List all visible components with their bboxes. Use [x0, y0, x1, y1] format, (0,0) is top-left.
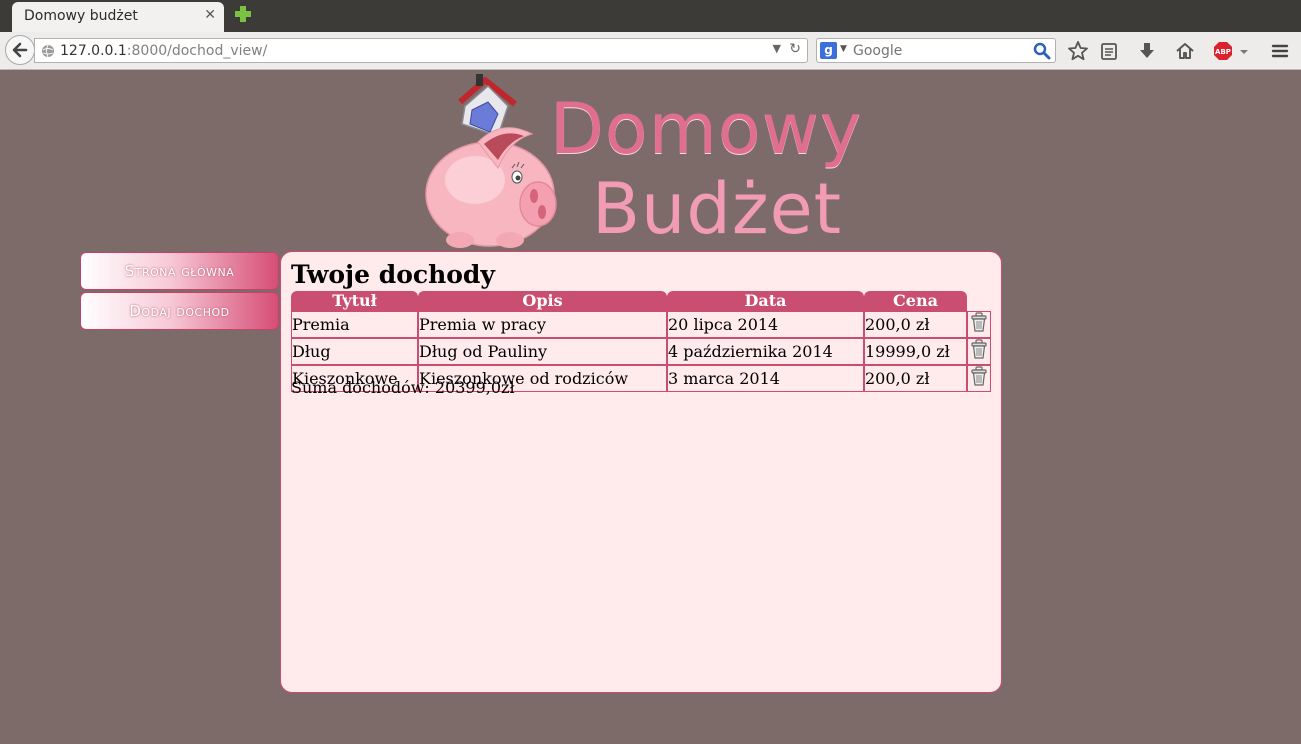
- svg-text:ABP: ABP: [1215, 48, 1231, 56]
- reload-icon[interactable]: ↻: [789, 41, 801, 57]
- google-engine-icon[interactable]: g: [820, 42, 837, 59]
- search-icon[interactable]: [1033, 42, 1051, 60]
- url-text[interactable]: 127.0.0.1:8000/dochod_view/: [60, 43, 267, 59]
- back-arrow-icon: [12, 42, 28, 58]
- menu-icon[interactable]: [1269, 40, 1291, 62]
- cell-price: 200,0 zł: [864, 311, 967, 338]
- trash-icon[interactable]: [970, 366, 988, 386]
- column-header-title: Tytuł: [291, 291, 418, 311]
- home-menu-button[interactable]: Strona główna: [80, 252, 279, 290]
- engine-dropdown-icon[interactable]: ▼: [840, 44, 847, 54]
- column-header-date: Data: [667, 291, 864, 311]
- site-logo: Domowy Budżet: [420, 72, 863, 252]
- tab-title: Domowy budżet: [24, 8, 138, 24]
- table-row: Premia Premia w pracy 20 lipca 2014 200,…: [291, 311, 991, 338]
- content-panel: Twoje dochody Tytuł Opis Data Cena Premi…: [280, 251, 1002, 693]
- cell-date: 4 października 2014: [667, 338, 864, 365]
- url-host: 127.0.0.1: [60, 43, 127, 59]
- column-header-price: Cena: [864, 291, 967, 311]
- cell-title: Premia: [291, 311, 418, 338]
- table-header-row: Tytuł Opis Data Cena: [291, 291, 991, 311]
- reading-list-icon[interactable]: [1098, 40, 1120, 62]
- search-input[interactable]: [853, 42, 1028, 60]
- adblock-icon[interactable]: ABP: [1212, 40, 1234, 62]
- delete-cell: [967, 338, 991, 365]
- table-row: Dług Dług od Pauliny 4 października 2014…: [291, 338, 991, 365]
- browser-tab-bar: Domowy budżet ✕: [0, 0, 1301, 32]
- delete-cell: [967, 311, 991, 338]
- page-title: Twoje dochody: [291, 260, 495, 289]
- browser-nav-bar: 127.0.0.1:8000/dochod_view/ ▼ ↻ g ▼ ABP: [0, 32, 1301, 70]
- cell-title: Dług: [291, 338, 418, 365]
- globe-icon: [42, 44, 54, 58]
- back-button[interactable]: [5, 35, 35, 65]
- browser-tab[interactable]: Domowy budżet ✕: [12, 2, 224, 32]
- piggy-bank-icon: [425, 74, 557, 248]
- income-total: Suma dochodów: 20399,0zł: [291, 378, 515, 397]
- trash-icon[interactable]: [970, 339, 988, 359]
- logo-text-line2: Budżet: [592, 168, 843, 250]
- new-tab-icon[interactable]: [233, 4, 253, 24]
- url-dropdown-icon[interactable]: ▼: [773, 42, 781, 55]
- cell-description: Premia w pracy: [418, 311, 667, 338]
- cell-price: 19999,0 zł: [864, 338, 967, 365]
- downloads-icon[interactable]: [1136, 40, 1158, 62]
- home-icon[interactable]: [1174, 40, 1196, 62]
- income-table: Tytuł Opis Data Cena Premia Premia w pra…: [291, 291, 991, 392]
- adblock-dropdown-icon[interactable]: [1238, 40, 1250, 62]
- trash-icon[interactable]: [970, 312, 988, 332]
- delete-cell: [967, 365, 991, 392]
- bookmark-star-icon[interactable]: [1067, 40, 1089, 62]
- cell-date: 3 marca 2014: [667, 365, 864, 392]
- cell-date: 20 lipca 2014: [667, 311, 864, 338]
- logo-text-line1: Domowy: [550, 88, 863, 170]
- column-header-actions: [967, 291, 991, 311]
- add-income-menu-button[interactable]: Dodaj dochod: [80, 292, 279, 330]
- url-path: :8000/dochod_view/: [126, 43, 268, 59]
- cell-price: 200,0 zł: [864, 365, 967, 392]
- cell-description: Dług od Pauliny: [418, 338, 667, 365]
- url-bar[interactable]: 127.0.0.1:8000/dochod_view/ ▼ ↻: [34, 38, 808, 63]
- tab-close-icon[interactable]: ✕: [204, 7, 216, 23]
- search-bar[interactable]: g ▼: [816, 38, 1056, 63]
- column-header-description: Opis: [418, 291, 667, 311]
